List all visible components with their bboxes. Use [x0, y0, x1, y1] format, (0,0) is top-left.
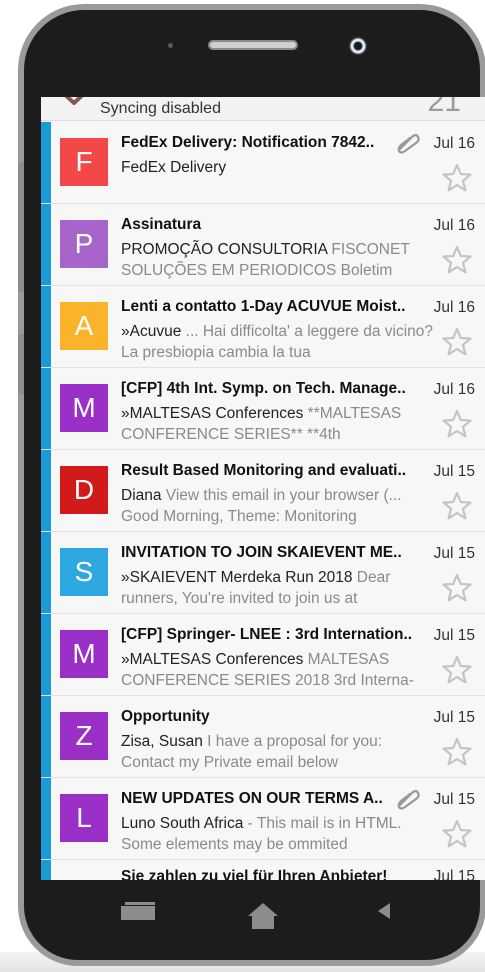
email-sender: »MALTESAS Conferences [121, 651, 304, 668]
email-date: Jul 16 [433, 135, 475, 152]
email-snippet: »MALTESAS Conferences MALTESAS CONFERENC… [121, 649, 439, 691]
email-list-item[interactable]: D Result Based Monitoring and evaluati..… [41, 450, 485, 532]
email-date: Jul 16 [433, 299, 475, 316]
email-subject: FedEx Delivery: Notification 7842.. [121, 134, 375, 151]
email-list-item[interactable]: Z Opportunity Jul 15 Zisa, Susan I have … [41, 696, 485, 778]
email-date: Jul 15 [433, 791, 475, 808]
unread-stripe [41, 614, 51, 695]
sender-avatar: L [60, 794, 108, 842]
email-date: Jul 15 [433, 868, 475, 880]
email-sender: FedEx Delivery [121, 159, 227, 176]
email-date: Jul 15 [433, 709, 475, 726]
star-icon[interactable] [441, 818, 473, 850]
email-date: Jul 15 [433, 463, 475, 480]
email-sender: »Acuvue [121, 323, 182, 340]
phone-screen: Syncing disabled 21 F FedEx Delivery: No… [41, 97, 485, 880]
email-date: Jul 16 [433, 217, 475, 234]
sync-status-bar: Syncing disabled 21 [41, 97, 485, 121]
email-subject: Lenti a contatto 1-Day ACUVUE Moist.. [121, 298, 406, 315]
email-snippet: Zisa, Susan I have a proposal for you: C… [121, 731, 439, 773]
email-snippet: »Acuvue ... Hai difficolta' a leggere da… [121, 321, 439, 363]
email-preview: View this email in your browser (... Goo… [121, 487, 402, 525]
email-list: F FedEx Delivery: Notification 7842.. Ju… [41, 122, 485, 860]
unread-stripe [41, 696, 51, 777]
navigation-bar [41, 880, 485, 950]
sync-status-text: Syncing disabled [100, 100, 221, 117]
email-subject: NEW UPDATES ON OUR TERMS A.. [121, 790, 383, 807]
recent-apps-icon[interactable] [117, 900, 161, 930]
sender-avatar: A [60, 302, 108, 350]
back-icon[interactable] [375, 900, 395, 922]
unread-stripe [41, 368, 51, 449]
front-camera [349, 37, 367, 55]
unread-stripe [41, 286, 51, 367]
email-list-item[interactable]: L NEW UPDATES ON OUR TERMS A.. Jul 15 Lu… [41, 778, 485, 860]
unread-stripe [41, 122, 51, 203]
email-sender: »MALTESAS Conferences [121, 405, 304, 422]
email-sender: »SKAIEVENT Merdeka Run 2018 [121, 569, 353, 586]
email-date: Jul 16 [433, 381, 475, 398]
sender-avatar: S [60, 548, 108, 596]
email-sender: Luno South Africa [121, 815, 244, 832]
star-icon[interactable] [441, 244, 473, 276]
paperclip-icon [397, 133, 420, 154]
star-icon[interactable] [441, 736, 473, 768]
sender-avatar: P [60, 220, 108, 268]
email-snippet: Diana View this email in your browser (.… [121, 485, 439, 527]
unread-stripe [41, 450, 51, 531]
email-subject: Opportunity [121, 708, 210, 725]
email-subject: Assinatura [121, 216, 202, 233]
star-icon[interactable] [441, 326, 473, 358]
star-icon[interactable] [441, 162, 473, 194]
email-snippet: FedEx Delivery [121, 157, 439, 178]
email-date: Jul 15 [433, 545, 475, 562]
email-subject: Sie zahlen zu viel für Ihren Anbieter! [121, 868, 388, 880]
email-list-item[interactable]: M [CFP] 4th Int. Symp. on Tech. Manage..… [41, 368, 485, 450]
email-list-item[interactable]: A Lenti a contatto 1-Day ACUVUE Moist.. … [41, 286, 485, 368]
email-list-item[interactable]: P Assinatura Jul 16 PROMOÇÃO CONSULTORIA… [41, 204, 485, 286]
sender-avatar: D [60, 466, 108, 514]
paperclip-icon [397, 789, 420, 810]
email-subject: [CFP] Springer- LNEE : 3rd Internation.. [121, 626, 413, 643]
star-icon[interactable] [441, 490, 473, 522]
sync-disabled-icon [64, 97, 84, 105]
email-snippet: PROMOÇÃO CONSULTORIA FISCONET SOLUÇÕES E… [121, 239, 439, 281]
email-sender: Zisa, Susan [121, 733, 203, 750]
unread-stripe [41, 778, 51, 859]
sender-avatar: M [60, 384, 108, 432]
email-sender: Diana [121, 487, 162, 504]
star-icon[interactable] [441, 572, 473, 604]
email-snippet: »SKAIEVENT Merdeka Run 2018 Dear runners… [121, 567, 439, 609]
sender-avatar: M [60, 630, 108, 678]
email-snippet: »MALTESAS Conferences **MALTESAS CONFERE… [121, 403, 439, 445]
email-list-item[interactable]: F FedEx Delivery: Notification 7842.. Ju… [41, 122, 485, 204]
unread-count: 21 [427, 97, 461, 118]
email-list-item[interactable]: S INVITATION TO JOIN SKAIEVENT ME.. Jul … [41, 532, 485, 614]
email-subject: [CFP] 4th Int. Symp. on Tech. Manage.. [121, 380, 406, 397]
email-snippet: Luno South Africa - This mail is in HTML… [121, 813, 439, 855]
email-sender: PROMOÇÃO CONSULTORIA [121, 241, 328, 258]
partial-list-item[interactable]: Sie zahlen zu viel für Ihren Anbieter! J… [41, 860, 485, 880]
email-subject: INVITATION TO JOIN SKAIEVENT ME.. [121, 544, 402, 561]
star-icon[interactable] [441, 408, 473, 440]
email-date: Jul 15 [433, 627, 475, 644]
unread-stripe [41, 204, 51, 285]
email-list-item[interactable]: M [CFP] Springer- LNEE : 3rd Internation… [41, 614, 485, 696]
sender-avatar: F [60, 138, 108, 186]
star-icon[interactable] [441, 654, 473, 686]
proximity-sensor [168, 43, 173, 48]
sender-avatar: Z [60, 712, 108, 760]
unread-stripe [41, 860, 51, 880]
home-icon[interactable] [245, 900, 281, 932]
unread-stripe [41, 532, 51, 613]
earpiece-speaker [208, 40, 298, 50]
email-subject: Result Based Monitoring and evaluati.. [121, 462, 407, 479]
